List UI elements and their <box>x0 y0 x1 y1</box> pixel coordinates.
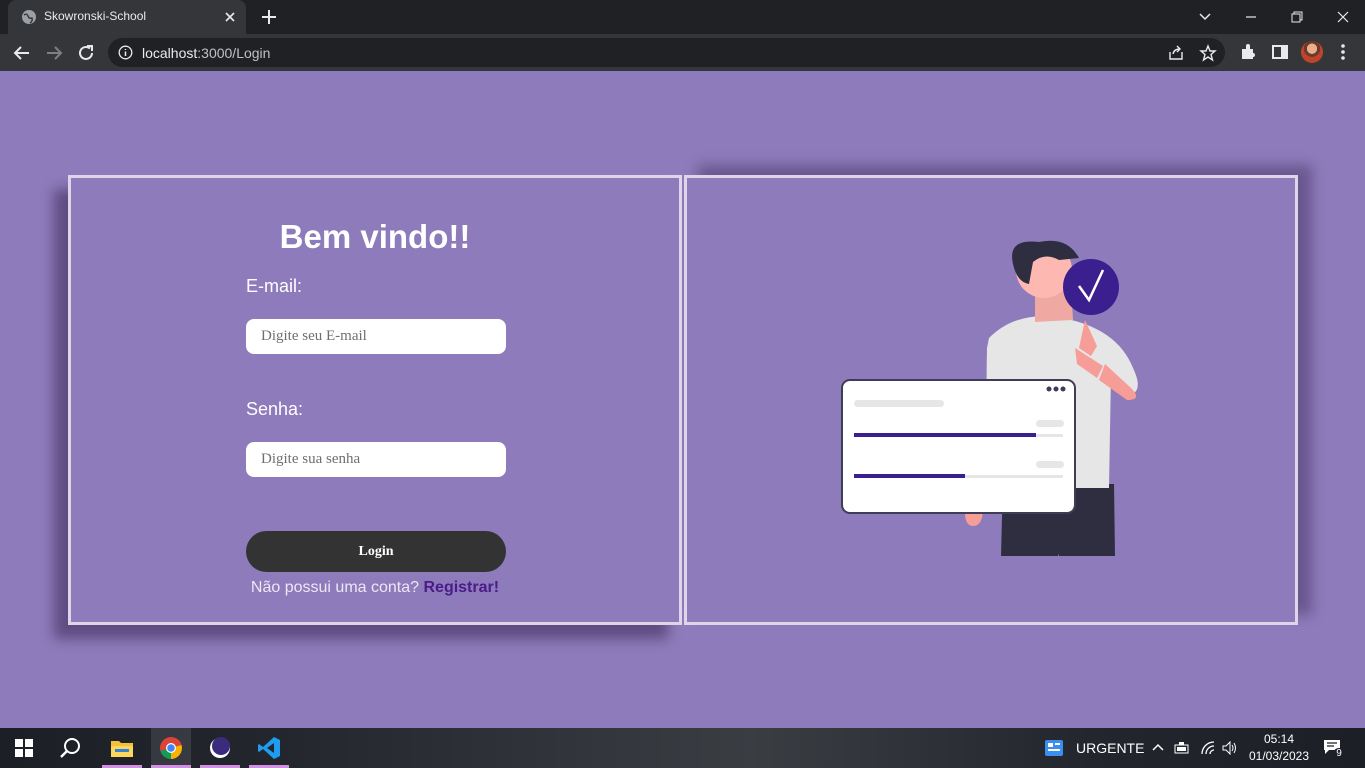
clock-time: 05:14 <box>1263 732 1295 746</box>
more-menu-icon[interactable] <box>1333 42 1353 62</box>
illustration-card <box>684 175 1298 625</box>
search-button[interactable] <box>51 728 91 768</box>
info-icon[interactable] <box>118 45 133 60</box>
file-explorer-app[interactable] <box>102 728 142 768</box>
forward-button[interactable] <box>41 40 67 66</box>
vscode-icon <box>258 737 280 759</box>
search-icon <box>60 738 80 758</box>
register-prompt: Não possui uma conta? Registrar! <box>71 579 679 597</box>
progress-bar-1 <box>854 433 1036 437</box>
chrome-icon <box>160 737 182 759</box>
chevron-up-icon[interactable] <box>1152 742 1164 754</box>
extensions-icon[interactable] <box>1238 42 1258 62</box>
reload-icon <box>79 45 93 60</box>
browser-tab-bar: Skowronski-School <box>0 0 1365 34</box>
tab-search-button[interactable] <box>1182 0 1228 34</box>
back-button[interactable] <box>9 40 35 66</box>
progress-bar-2 <box>854 474 965 478</box>
new-tab-icon[interactable] <box>259 7 279 27</box>
login-card: Bem vindo!! E-mail: Senha: Login Não pos… <box>68 175 682 625</box>
start-button[interactable] <box>4 728 44 768</box>
reload-button[interactable] <box>73 40 99 66</box>
side-panel-icon[interactable] <box>1270 42 1290 62</box>
vscode-app[interactable] <box>249 728 289 768</box>
browser-toolbar: localhost:3000/Login <box>0 34 1365 71</box>
eclipse-icon <box>210 737 230 758</box>
minimize-button[interactable] <box>1228 0 1274 34</box>
windows-taskbar: URGENTE 05:14 01/03/2023 9 <box>0 728 1365 768</box>
notification-center[interactable]: 9 <box>1323 739 1345 760</box>
star-icon[interactable] <box>1199 44 1217 62</box>
url-text[interactable]: localhost:3000/Login <box>142 45 270 61</box>
person-with-checklist-illustration <box>841 240 1138 556</box>
password-field[interactable] <box>246 442 506 477</box>
email-label: E-mail: <box>246 276 303 296</box>
no-account-text: Não possui uma conta? <box>250 579 420 596</box>
chevron-down-icon <box>1199 13 1211 21</box>
arrow-left-icon <box>13 46 29 60</box>
close-icon <box>1337 11 1349 23</box>
news-widget-text[interactable]: URGENTE <box>1076 740 1144 756</box>
wifi-icon[interactable] <box>1200 741 1216 755</box>
volume-icon[interactable] <box>1222 741 1238 755</box>
register-link[interactable]: Registrar! <box>423 579 499 596</box>
profile-avatar[interactable] <box>1301 41 1323 63</box>
news-widget-icon[interactable] <box>1045 740 1063 756</box>
tab-title: Skowronski-School <box>44 9 147 23</box>
share-icon[interactable] <box>1167 44 1185 62</box>
login-button[interactable]: Login <box>246 531 506 572</box>
restore-button[interactable] <box>1274 0 1320 34</box>
password-label: Senha: <box>246 399 304 419</box>
battery-icon[interactable] <box>1174 741 1190 755</box>
chrome-app[interactable] <box>151 728 191 768</box>
windows-logo-icon <box>15 739 33 757</box>
notification-badge: 9 <box>1333 748 1345 760</box>
system-clock[interactable]: 05:14 01/03/2023 <box>1247 731 1311 765</box>
page-title: Bem vindo!! <box>279 218 471 255</box>
close-tab-icon[interactable] <box>222 9 238 25</box>
close-window-button[interactable] <box>1320 0 1365 34</box>
address-bar[interactable]: localhost:3000/Login <box>108 38 1225 67</box>
restore-icon <box>1291 11 1303 23</box>
minimize-icon <box>1246 16 1256 18</box>
email-field[interactable] <box>246 319 506 354</box>
browser-tab[interactable]: Skowronski-School <box>8 0 246 34</box>
folder-icon <box>111 741 133 757</box>
clock-date: 01/03/2023 <box>1248 749 1310 763</box>
globe-icon <box>22 10 36 24</box>
eclipse-app[interactable] <box>200 728 240 768</box>
arrow-right-icon <box>47 46 63 60</box>
